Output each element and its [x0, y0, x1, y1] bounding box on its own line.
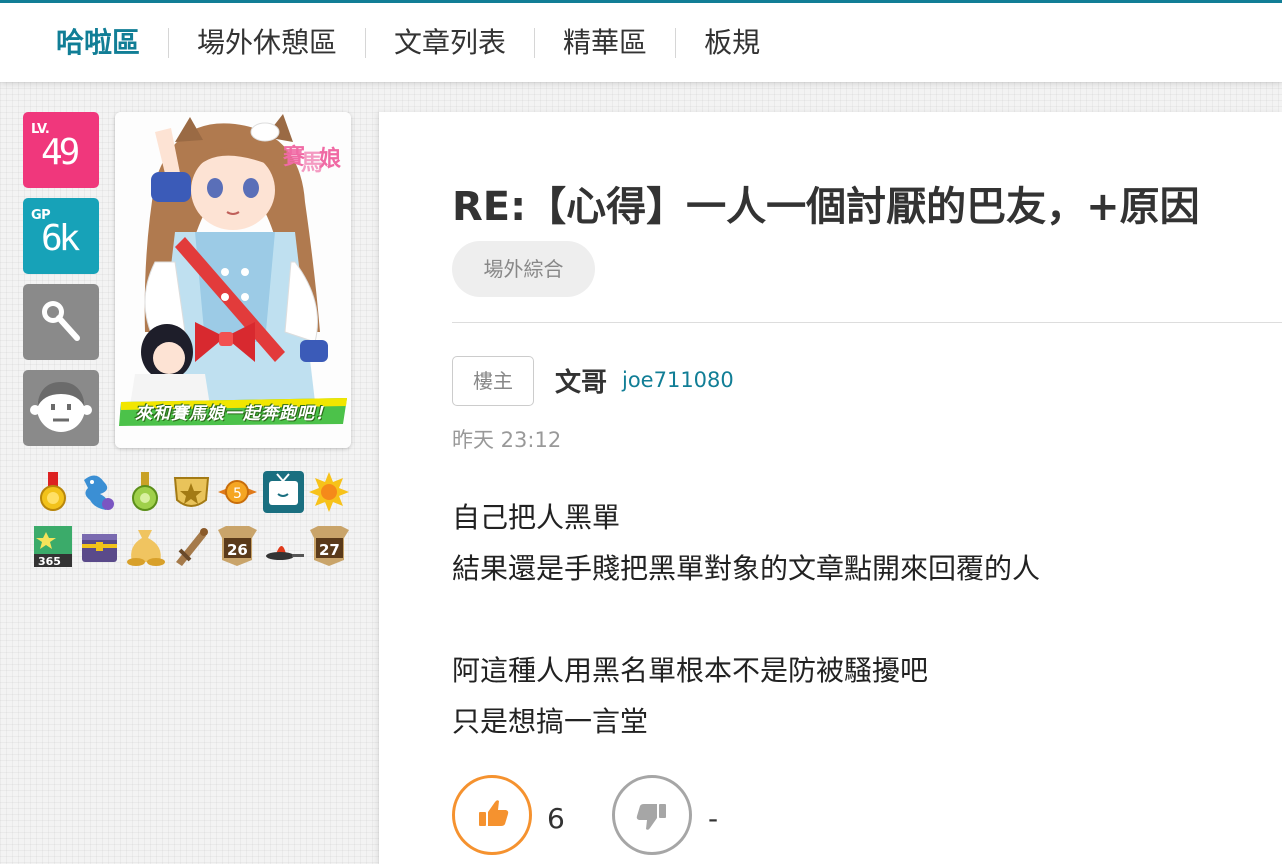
nav-tab-featured[interactable]: 精華區 — [535, 26, 675, 60]
content-line: 只是想搞一言堂 — [452, 705, 649, 738]
top-navigation: 哈啦區 場外休憩區 文章列表 精華區 板規 — [0, 0, 1282, 82]
svg-text:娘: 娘 — [319, 146, 341, 172]
gold-medal-icon[interactable] — [32, 470, 75, 514]
content-line: 阿這種人用黑名單根本不是防被騷擾吧 — [452, 654, 929, 687]
user-gp-badge[interactable]: GP 6k — [23, 198, 99, 274]
magnifier-icon — [42, 301, 80, 341]
thumbs-up-icon — [479, 800, 509, 826]
floor-tag: 樓主 — [452, 356, 534, 406]
post-timestamp: 昨天 23:12 — [452, 428, 562, 452]
avatar-banner-text: 來和賽馬娘一起奔跑吧！ — [135, 404, 333, 424]
dislike-button[interactable] — [612, 775, 692, 855]
sun-icon[interactable] — [308, 470, 351, 514]
coin-icon[interactable]: 5 — [216, 470, 259, 514]
post-content: 自己把人黑單 結果還是手賤把黑單對象的文章點開來回覆的人 阿這種人用黑名單根本不… — [452, 492, 1252, 747]
nav-tab-hala[interactable]: 哈啦區 — [38, 26, 168, 60]
user-level-badge[interactable]: LV. 49 — [23, 112, 99, 188]
star-shield-icon[interactable] — [170, 470, 213, 514]
svg-text:27: 27 — [319, 541, 340, 559]
like-button[interactable] — [452, 775, 532, 855]
board-tag[interactable]: 場外綜合 — [452, 241, 595, 297]
svg-text:26: 26 — [227, 541, 248, 559]
svg-text:365: 365 — [38, 555, 61, 568]
title-divider — [452, 322, 1282, 323]
tv-icon[interactable] — [262, 470, 305, 514]
nav-tab-outside-lounge[interactable]: 場外休憩區 — [169, 26, 365, 60]
author-id-link[interactable]: joe711080 — [622, 368, 734, 392]
face-avatar-icon — [30, 382, 92, 432]
medal-collection: 5 365 26 27 — [32, 470, 362, 578]
thumbs-down-icon — [636, 804, 666, 830]
dragon-icon[interactable] — [78, 470, 121, 514]
like-count: 6 — [547, 802, 565, 835]
nav-tab-article-list[interactable]: 文章列表 — [366, 26, 534, 60]
treasure-chest-icon[interactable] — [78, 524, 121, 568]
content-line — [452, 594, 1252, 645]
content-line: 自己把人黑單 — [452, 501, 621, 534]
dislike-count: - — [708, 802, 719, 835]
flag-365-icon[interactable]: 365 — [32, 524, 75, 568]
frying-pan-icon[interactable] — [262, 524, 305, 568]
face-tool-button[interactable] — [23, 370, 99, 446]
money-bag-icon[interactable] — [124, 524, 167, 568]
avatar-illustration: 賽 馬 娘 — [115, 112, 351, 448]
content-line: 結果還是手賤把黑單對象的文章點開來回覆的人 — [452, 552, 1041, 585]
magnifier-tool-button[interactable] — [23, 284, 99, 360]
user-avatar-card[interactable]: 賽 馬 娘 來和賽馬娘一起奔跑吧！ — [115, 112, 351, 448]
level-value: 49 — [41, 132, 80, 173]
svg-text:5: 5 — [233, 486, 242, 502]
post-title: RE:【心得】一人一個討厭的巴友，+原因 — [452, 184, 1200, 230]
banner-27-icon[interactable]: 27 — [308, 524, 351, 568]
banner-26-icon[interactable]: 26 — [216, 524, 259, 568]
post-container: RE:【心得】一人一個討厭的巴友，+原因 場外綜合 樓主 文哥 joe71108… — [379, 112, 1282, 864]
gp-value: 6k — [41, 218, 80, 259]
sword-icon[interactable] — [170, 524, 213, 568]
nav-tab-board-rules[interactable]: 板規 — [676, 26, 788, 60]
green-medal-icon[interactable] — [124, 470, 167, 514]
author-name[interactable]: 文哥 — [555, 362, 607, 399]
